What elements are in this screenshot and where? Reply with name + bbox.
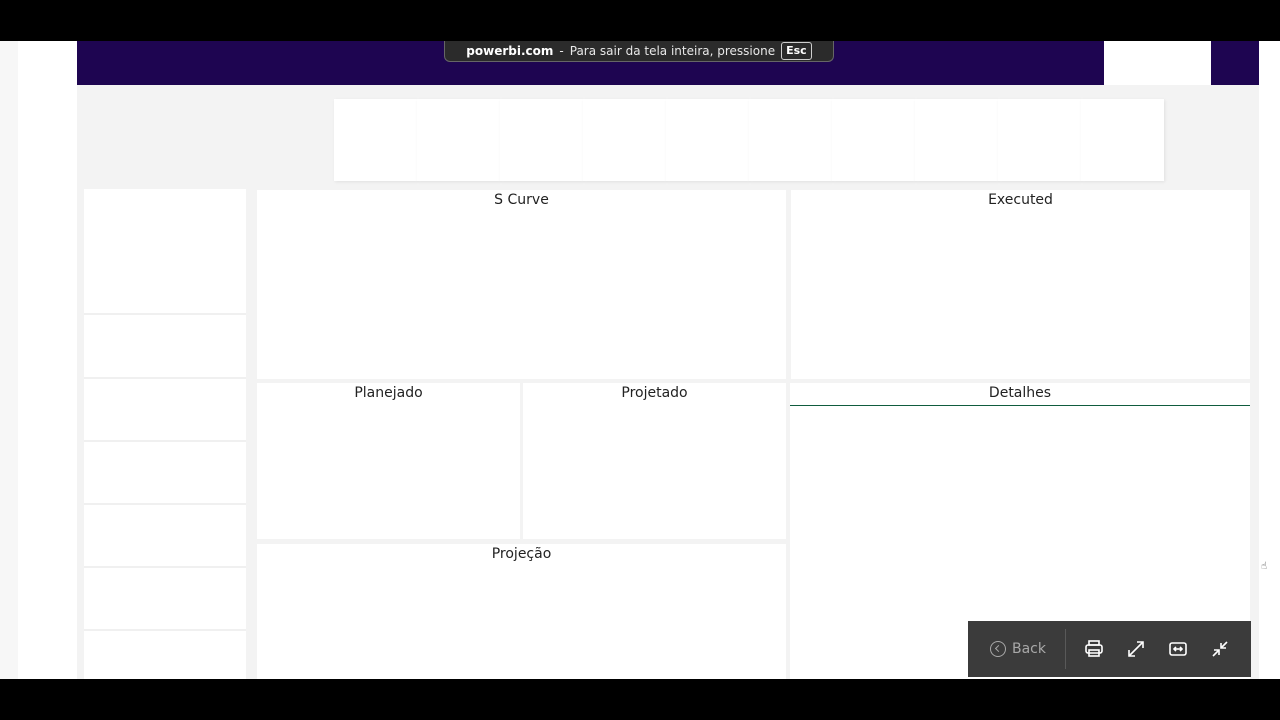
slicer-column bbox=[84, 189, 246, 679]
left-margin bbox=[18, 41, 77, 679]
exit-fullscreen-icon bbox=[1212, 641, 1228, 657]
visual-title: Detalhes bbox=[988, 385, 1052, 401]
kpi-card[interactable] bbox=[749, 99, 832, 181]
kpi-card[interactable] bbox=[583, 99, 666, 181]
right-margin bbox=[1259, 41, 1280, 679]
hand-cursor-icon: ☝ bbox=[1261, 561, 1268, 572]
slicer-panel[interactable] bbox=[84, 568, 246, 631]
kpi-card[interactable] bbox=[998, 99, 1081, 181]
kpi-card[interactable] bbox=[334, 99, 417, 181]
slicer-panel[interactable] bbox=[84, 505, 246, 568]
projetado-visual[interactable]: Projetado bbox=[523, 383, 786, 539]
report-canvas: S Curve Executed Planejado Projetado Det… bbox=[77, 85, 1259, 679]
kpi-card[interactable] bbox=[500, 99, 583, 181]
kpi-card[interactable] bbox=[666, 99, 749, 181]
toolbar-separator bbox=[1065, 629, 1066, 669]
projecao-visual[interactable]: Projeção bbox=[257, 544, 786, 679]
visual-title: S Curve bbox=[494, 192, 549, 208]
expand-button[interactable] bbox=[1116, 629, 1156, 669]
s-curve-visual[interactable]: S Curve bbox=[257, 190, 786, 379]
kpi-card[interactable] bbox=[417, 99, 500, 181]
report-viewport: S Curve Executed Planejado Projetado Det… bbox=[0, 41, 1280, 679]
print-icon bbox=[1085, 640, 1103, 657]
print-button[interactable] bbox=[1074, 629, 1114, 669]
esc-key-badge: Esc bbox=[781, 42, 812, 60]
slicer-panel[interactable] bbox=[84, 442, 246, 505]
browser-bottom-bar bbox=[0, 679, 1280, 720]
back-circle-icon bbox=[990, 641, 1006, 657]
report-toolbar: Back bbox=[968, 621, 1251, 677]
visual-title: Projetado bbox=[621, 385, 688, 401]
back-label: Back bbox=[1012, 641, 1046, 657]
toast-message: Para sair da tela inteira, pressione bbox=[569, 44, 776, 58]
kpi-card[interactable] bbox=[1081, 99, 1164, 181]
kpi-card[interactable] bbox=[832, 99, 915, 181]
visual-title: Planejado bbox=[354, 385, 423, 401]
fullscreen-exit-toast: powerbi.com - Para sair da tela inteira,… bbox=[444, 41, 834, 62]
expand-icon bbox=[1128, 641, 1144, 657]
fit-width-icon bbox=[1169, 642, 1187, 656]
back-button[interactable]: Back bbox=[968, 641, 1065, 657]
kpi-card-row bbox=[334, 99, 1164, 181]
slicer-panel[interactable] bbox=[84, 315, 246, 379]
toast-separator: - bbox=[559, 44, 564, 58]
slicer-panel[interactable] bbox=[84, 631, 246, 679]
visual-title: Executed bbox=[988, 192, 1053, 208]
executed-visual[interactable]: Executed bbox=[791, 190, 1250, 379]
browser-top-bar bbox=[0, 0, 1280, 41]
detalhes-header-underline bbox=[790, 405, 1250, 406]
exit-fullscreen-button[interactable] bbox=[1200, 629, 1240, 669]
toast-domain: powerbi.com bbox=[466, 44, 554, 58]
report-header-logo-area bbox=[1104, 41, 1211, 85]
slicer-panel[interactable] bbox=[84, 189, 246, 315]
kpi-card[interactable] bbox=[915, 99, 998, 181]
slicer-panel[interactable] bbox=[84, 379, 246, 442]
report-header-end bbox=[1211, 41, 1259, 85]
fit-width-button[interactable] bbox=[1158, 629, 1198, 669]
planejado-visual[interactable]: Planejado bbox=[257, 383, 520, 539]
visual-title: Projeção bbox=[491, 546, 552, 562]
